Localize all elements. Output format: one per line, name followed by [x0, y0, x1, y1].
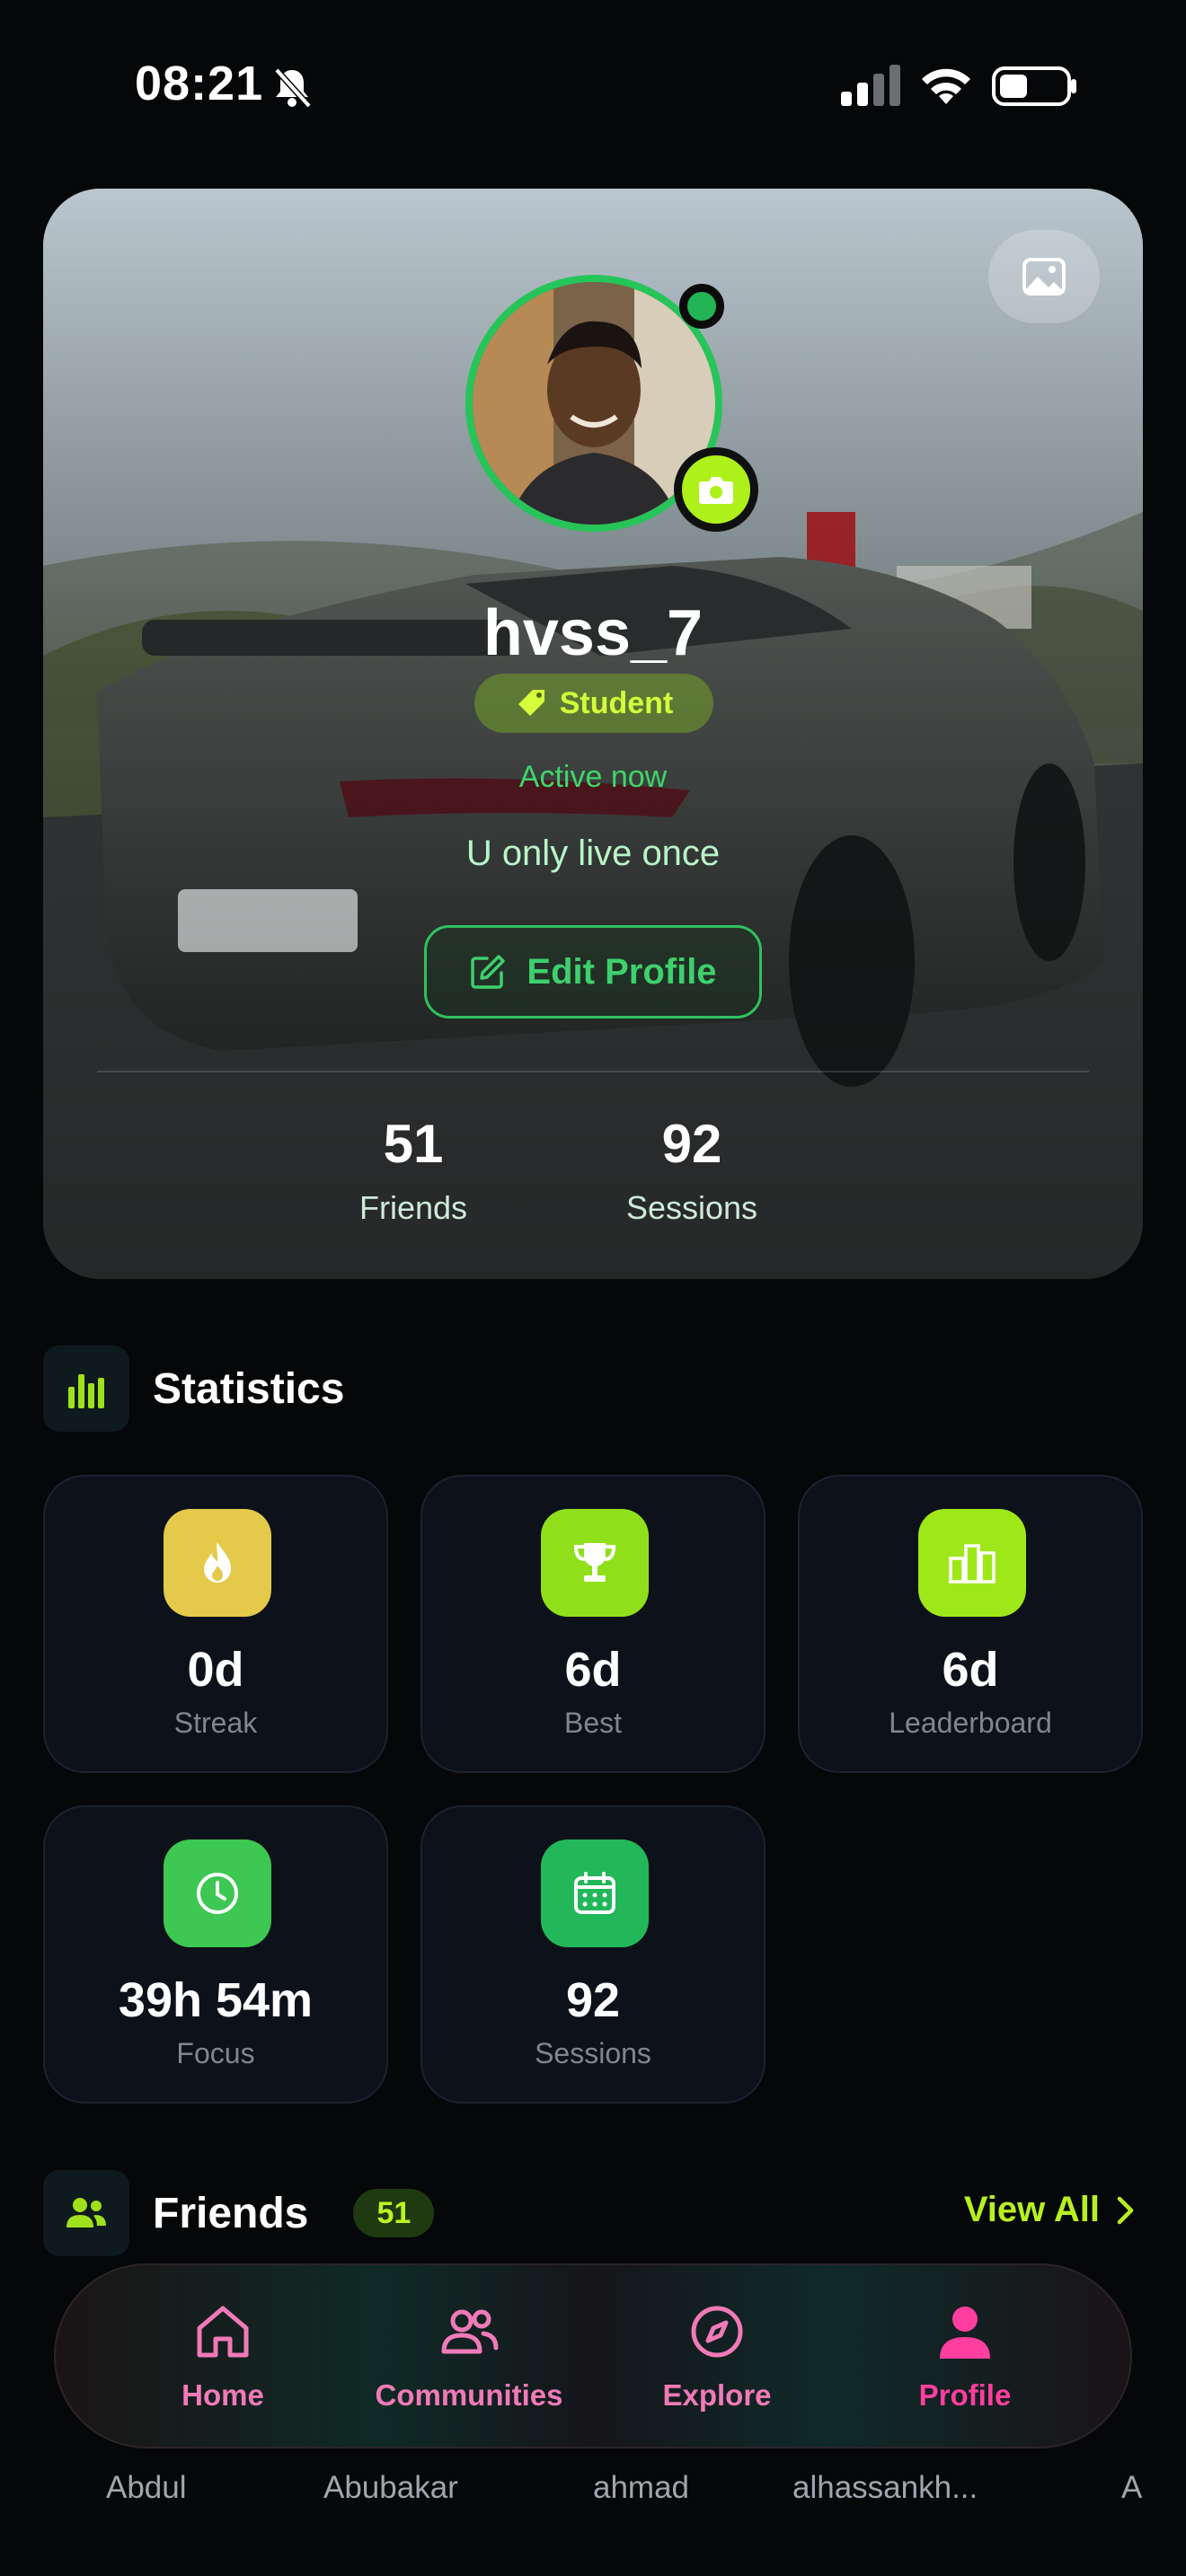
people-icon [66, 2198, 106, 2228]
nav-explore[interactable]: Explore [600, 2299, 834, 2413]
home-icon [197, 2306, 249, 2358]
focus-icon-box [164, 1839, 271, 1947]
nav-explore-label: Explore [662, 2378, 772, 2412]
friends-title: Friends [153, 2189, 309, 2237]
nav-home-label: Home [181, 2378, 264, 2412]
role-label: Student [559, 685, 674, 720]
bottom-nav-bar: Home Communities Explore Profile [54, 2263, 1132, 2448]
statistics-section-icon [43, 1345, 129, 1432]
sessions-card[interactable]: 92 Sessions [420, 1805, 766, 2104]
status-time: 08:21 [135, 57, 264, 110]
streak-card[interactable]: 0d Streak [43, 1475, 388, 1773]
nav-home[interactable]: Home [106, 2299, 340, 2413]
bell-muted-icon [274, 67, 312, 109]
streak-icon-box [164, 1509, 271, 1617]
sessions-stat[interactable]: 92 Sessions [580, 1117, 804, 1227]
statistics-title: Statistics [153, 1364, 345, 1413]
trophy-icon [573, 1543, 616, 1582]
friends-list: Abdul Abubakar ahmad alhassankh... A [0, 2470, 1186, 2524]
edit-icon [471, 955, 506, 989]
friend-name[interactable]: ahmad [593, 2470, 689, 2506]
view-all-friends-link[interactable]: View All [964, 2190, 1136, 2230]
online-status-dot [679, 284, 724, 329]
leaderboard-card[interactable]: 6d Leaderboard [798, 1475, 1143, 1773]
sessions-count-value: 92 [661, 1114, 722, 1174]
calendar-icon [574, 1872, 615, 1914]
friend-name[interactable]: A [1121, 2470, 1142, 2506]
compass-icon [691, 2306, 743, 2358]
friends-count-label: Friends [358, 1189, 468, 1226]
leaderboard-icon-box [918, 1509, 1026, 1617]
best-label: Best [563, 1707, 623, 1739]
focus-label: Focus [176, 2037, 255, 2069]
edit-profile-label: Edit Profile [527, 951, 717, 992]
focus-value: 39h 54m [118, 1973, 314, 2027]
chevron-right-icon [1117, 2196, 1134, 2224]
nav-profile-label: Profile [918, 2378, 1012, 2412]
clock-icon [197, 1873, 238, 1914]
divider [97, 1071, 1089, 1072]
leaderboard-label: Leaderboard [889, 1707, 1052, 1739]
wifi-icon [922, 68, 970, 104]
friend-name[interactable]: alhassankh... [792, 2470, 978, 2506]
statistics-header: Statistics [43, 1345, 344, 1432]
edit-profile-button[interactable]: Edit Profile [424, 925, 762, 1019]
streak-label: Streak [173, 1707, 258, 1739]
sessions-count-label: Sessions [625, 1189, 758, 1226]
focus-card[interactable]: 39h 54m Focus [43, 1805, 388, 2104]
nav-communities[interactable]: Communities [352, 2299, 586, 2413]
presence-status: Active now [518, 760, 668, 794]
friends-count-value: 51 [383, 1114, 444, 1174]
battery-icon [992, 66, 1076, 106]
people-icon [441, 2309, 499, 2354]
cellular-signal-icon [841, 65, 900, 106]
best-icon-box [541, 1509, 649, 1617]
nav-communities-label: Communities [375, 2378, 563, 2412]
profile-bio: U only live once [465, 834, 721, 873]
friends-count-badge: 51 [353, 2189, 435, 2237]
profile-header-card: hvss_7 Student Active now U only live on… [43, 189, 1143, 1279]
leaderboard-icon [949, 1544, 996, 1584]
streak-value: 0d [187, 1643, 244, 1697]
bar-chart-icon [68, 1374, 104, 1408]
friends-section-icon [43, 2170, 129, 2256]
change-avatar-button[interactable] [674, 447, 758, 532]
friends-stat[interactable]: 51 Friends [301, 1117, 526, 1227]
tag-icon [518, 690, 544, 716]
friend-name[interactable]: Abdul [106, 2470, 187, 2506]
friends-header: Friends 51 [43, 2170, 435, 2256]
change-cover-button[interactable] [988, 230, 1100, 323]
sessions-icon-box [541, 1839, 649, 1947]
best-value: 6d [564, 1643, 622, 1697]
leaderboard-value: 6d [942, 1643, 999, 1697]
sessions-label: Sessions [535, 2037, 651, 2069]
avatar-container [465, 275, 758, 532]
nav-profile[interactable]: Profile [848, 2299, 1082, 2413]
role-badge: Student [474, 674, 713, 733]
view-all-label: View All [963, 2190, 1100, 2229]
image-icon [1022, 258, 1066, 296]
camera-icon [699, 477, 733, 504]
status-bar: 08:21 [0, 0, 1186, 171]
friend-name[interactable]: Abubakar [323, 2470, 458, 2506]
username: hvss_7 [482, 597, 704, 669]
best-card[interactable]: 6d Best [420, 1475, 766, 1773]
sessions-value: 92 [565, 1973, 621, 2027]
flame-icon [204, 1542, 231, 1583]
person-icon [940, 2307, 990, 2359]
